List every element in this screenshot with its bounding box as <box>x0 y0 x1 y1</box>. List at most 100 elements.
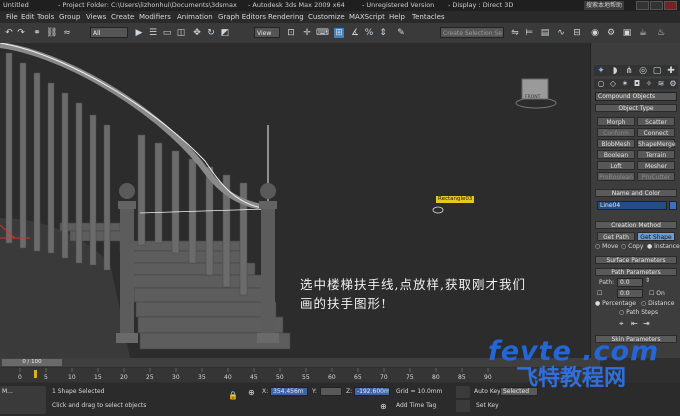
layer-manager-icon[interactable]: ▤ <box>540 28 550 38</box>
geometry-icon[interactable]: ○ <box>596 79 606 89</box>
add-time-tag[interactable]: Add Time Tag <box>396 402 436 409</box>
pick-shape-icon[interactable]: ⌖ <box>619 319 624 329</box>
time-tag-icon[interactable]: ⊕ <box>380 402 387 411</box>
select-and-scale-icon[interactable]: ◩ <box>220 28 230 38</box>
menu-views[interactable]: Views <box>86 11 106 23</box>
set-key-icon[interactable] <box>456 400 470 412</box>
bind-to-space-warp-icon[interactable]: ≈ <box>62 28 72 38</box>
motion-tab-icon[interactable]: ◎ <box>638 66 648 76</box>
creation-method-rollout[interactable]: Creation Method <box>595 221 677 229</box>
selection-filter-dropdown[interactable]: All <box>90 27 128 38</box>
hierarchy-tab-icon[interactable]: ⋔ <box>624 66 634 76</box>
menu-file[interactable]: File <box>6 11 18 23</box>
y-coordinate-field[interactable] <box>320 387 342 396</box>
menu-maxscript[interactable]: MAXScript <box>349 11 385 23</box>
mesher-button[interactable]: Mesher <box>637 161 675 170</box>
menu-modifiers[interactable]: Modifiers <box>139 11 171 23</box>
lights-icon[interactable]: ✶ <box>620 79 630 89</box>
path-spinner-arrows-icon[interactable]: ⇕ <box>645 277 650 284</box>
move-radio[interactable]: ○ Move <box>595 243 618 250</box>
quick-render-icon[interactable]: ☕ <box>638 28 648 38</box>
shapemerge-button[interactable]: ShapeMerge <box>637 139 676 148</box>
spinner-snap-icon[interactable]: ⇕ <box>378 28 388 38</box>
get-shape-button[interactable]: Get Shape <box>637 232 675 241</box>
snap-spinner[interactable]: 0.0 <box>617 289 643 298</box>
next-shape-icon[interactable]: ⇥ <box>643 319 650 328</box>
unlink-selection-icon[interactable]: ⛓ <box>46 28 57 38</box>
close-button[interactable] <box>664 1 677 10</box>
menu-help[interactable]: Help <box>389 11 405 23</box>
absolute-mode-icon[interactable]: ⊕ <box>248 388 255 397</box>
distance-radio[interactable]: ○ Distance <box>641 300 674 307</box>
surface-parameters-rollout[interactable]: Surface Parameters <box>595 256 677 264</box>
front-viewport[interactable]: FRONT Rectangle03 选中楼梯扶手线,点放样,获取刚才我们 画的扶… <box>0 43 590 358</box>
time-slider-handle[interactable]: 0 / 100 <box>2 359 62 366</box>
name-and-color-rollout[interactable]: Name and Color <box>595 189 677 197</box>
mirror-icon[interactable]: ⇋ <box>510 28 520 38</box>
select-and-rotate-icon[interactable]: ↻ <box>206 28 216 38</box>
display-tab-icon[interactable]: ▢ <box>652 66 662 76</box>
angle-snap-icon[interactable]: ∡ <box>350 28 360 38</box>
maxscript-listener[interactable]: M... <box>0 386 46 414</box>
spacewarps-icon[interactable]: ≋ <box>656 79 666 89</box>
menu-graph-editors[interactable]: Graph Editors <box>218 11 266 23</box>
manipulate-icon[interactable]: ✛ <box>302 28 312 38</box>
select-and-link-icon[interactable]: ⚭ <box>32 28 42 38</box>
menu-edit[interactable]: Edit <box>21 11 35 23</box>
object-type-rollout[interactable]: Object Type <box>595 104 677 112</box>
reference-coordinate-dropdown[interactable]: View <box>254 27 280 38</box>
pivot-center-icon[interactable]: ⊡ <box>286 28 296 38</box>
menu-tentacles[interactable]: Tentacles <box>412 11 445 23</box>
path-parameters-rollout[interactable]: Path Parameters <box>595 268 677 276</box>
named-selection-set-field[interactable]: Create Selection Se <box>440 27 504 38</box>
on-checkbox[interactable]: ☐ On <box>649 290 665 297</box>
create-tab-icon[interactable]: ✦ <box>596 66 606 76</box>
menu-tools[interactable]: Tools <box>37 11 54 23</box>
snaps-toggle-icon[interactable]: ⊞ <box>334 28 344 38</box>
copy-radio[interactable]: ○ Copy <box>621 243 643 250</box>
edit-named-selection-icon[interactable]: ✎ <box>396 28 406 38</box>
blobmesh-button[interactable]: BlobMesh <box>597 139 635 148</box>
schematic-view-icon[interactable]: ⊟ <box>572 28 582 38</box>
menu-animation[interactable]: Animation <box>177 11 213 23</box>
shapes-icon[interactable]: ◇ <box>608 79 618 89</box>
help-search-box[interactable]: 搜索本地帮助 <box>584 1 625 10</box>
snap-checkbox[interactable]: ☐ <box>597 290 602 297</box>
modify-tab-icon[interactable]: ◗ <box>610 66 620 76</box>
curve-editor-icon[interactable]: ∿ <box>556 28 566 38</box>
helpers-icon[interactable]: ✧ <box>644 79 654 89</box>
cameras-icon[interactable]: ◘ <box>632 79 642 89</box>
percent-snap-icon[interactable]: % <box>364 28 374 38</box>
boolean-button[interactable]: Boolean <box>597 150 635 159</box>
proboolean-button[interactable]: ProBoolean <box>597 172 635 181</box>
z-coordinate-field[interactable]: -192.600m <box>354 387 390 396</box>
procutter-button[interactable]: ProCutter <box>637 172 675 181</box>
menu-group[interactable]: Group <box>59 11 80 23</box>
systems-icon[interactable]: ⚙ <box>668 79 678 89</box>
material-editor-icon[interactable]: ◉ <box>590 28 600 38</box>
render-teapot-icon[interactable]: ♨ <box>656 28 666 38</box>
scatter-button[interactable]: Scatter <box>637 117 675 126</box>
morph-button[interactable]: Morph <box>597 117 635 126</box>
menu-create[interactable]: Create <box>111 11 134 23</box>
align-icon[interactable]: ⊨ <box>524 28 534 38</box>
minimize-button[interactable] <box>636 1 649 10</box>
x-coordinate-field[interactable]: 354.456m <box>270 387 308 396</box>
path-steps-radio[interactable]: ○ Path Steps <box>619 309 658 316</box>
menu-rendering[interactable]: Rendering <box>268 11 304 23</box>
instance-radio[interactable]: ● Instance <box>647 243 680 250</box>
lock-selection-icon[interactable]: 🔒 <box>228 391 238 400</box>
key-mode-icon[interactable] <box>456 386 470 398</box>
get-path-button[interactable]: Get Path <box>597 232 635 241</box>
rendered-frame-window-icon[interactable]: ▣ <box>622 28 632 38</box>
redo-icon[interactable]: ↷ <box>16 28 26 38</box>
select-object-icon[interactable]: ▶ <box>134 28 144 38</box>
utilities-tab-icon[interactable]: ✚ <box>666 66 676 76</box>
rectangular-selection-icon[interactable]: ▭ <box>162 28 172 38</box>
viewcube-face-label[interactable]: FRONT <box>525 95 540 100</box>
keyboard-shortcut-override-icon[interactable]: ⌨ <box>316 28 329 38</box>
terrain-button[interactable]: Terrain <box>637 150 675 159</box>
conform-button[interactable]: Conform <box>597 128 635 137</box>
loft-button[interactable]: Loft <box>597 161 635 170</box>
select-by-name-icon[interactable]: ☰ <box>148 28 158 38</box>
